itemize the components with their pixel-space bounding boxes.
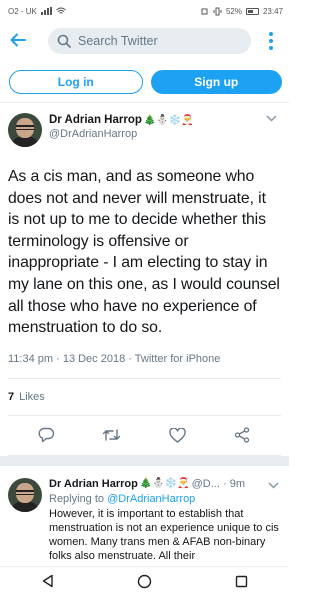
reply-avatar[interactable] [8,477,42,512]
carrier-label: O2 - UK [8,6,37,16]
nav-home-icon[interactable] [137,574,152,594]
replying-to: Replying to @DrAdrianHarrop [49,493,281,505]
system-nav-bar [0,566,289,600]
tweet-actions [8,416,281,456]
author-name-text: Dr Adrian Harrop [49,114,142,126]
search-icon [57,34,71,48]
nav-recents-icon[interactable] [235,575,248,593]
signal-icon [40,7,52,15]
author-handle[interactable]: @DrAdrianHarrop [49,128,194,140]
status-bar: O2 - UK 52% 23:47 [0,0,289,22]
search-input[interactable] [78,34,228,48]
like-heart-icon[interactable] [166,424,188,446]
likes-count[interactable]: 7 Likes [8,379,281,416]
share-icon[interactable] [231,424,253,446]
reply-author-emoji: 🎄⛄❄️🎅 [139,478,190,490]
likes-number: 7 [8,390,15,403]
reply-author-name[interactable]: Dr Adrian Harrop [49,478,138,490]
likes-label: Likes [19,390,45,403]
replying-handle-link[interactable]: @DrAdrianHarrop [107,493,195,505]
battery-percent: 52% [225,6,242,16]
author-name-emoji: 🎄⛄❄️🎅 [143,114,194,126]
tweet-meta[interactable]: 11:34 pm · 13 Dec 2018 · Twitter for iPh… [8,353,281,379]
author-name[interactable]: Dr Adrian Harrop 🎄⛄❄️🎅 [49,114,194,126]
signup-button[interactable]: Sign up [150,70,282,94]
login-button[interactable]: Log in [9,70,143,94]
more-options-icon[interactable] [263,32,279,50]
vibrate-icon [213,7,222,15]
reply-meta: @D... · 9m [191,477,245,490]
retweet-icon[interactable] [101,424,123,446]
clock: 23:47 [262,6,283,16]
section-divider [0,455,289,466]
avatar[interactable] [8,113,42,147]
search-header [0,22,289,60]
auth-bar: Log in Sign up [0,60,289,103]
replying-prefix: Replying to [49,492,105,505]
reply-tweet[interactable]: Dr Adrian Harrop 🎄⛄❄️🎅 @D... · 9m Replyi… [0,466,289,563]
reply-header: Dr Adrian Harrop 🎄⛄❄️🎅 @D... · 9m [49,478,281,490]
back-arrow-icon[interactable] [10,31,34,51]
silent-mode-icon [201,8,208,14]
main-tweet: Dr Adrian Harrop 🎄⛄❄️🎅 @DrAdrianHarrop A… [0,103,289,456]
battery-icon [245,7,259,15]
nav-back-icon[interactable] [41,574,55,593]
reply-chevron-down-icon[interactable] [268,480,279,492]
tweet-text: As a cis man, and as someone who does no… [8,168,280,337]
reply-text: However, it is important to establish th… [49,507,279,562]
reply-icon[interactable] [36,424,58,446]
chevron-down-icon[interactable] [266,113,277,125]
tweet-header: Dr Adrian Harrop 🎄⛄❄️🎅 @DrAdrianHarrop [8,103,281,147]
search-bar[interactable] [48,28,251,54]
wifi-icon [56,7,66,14]
